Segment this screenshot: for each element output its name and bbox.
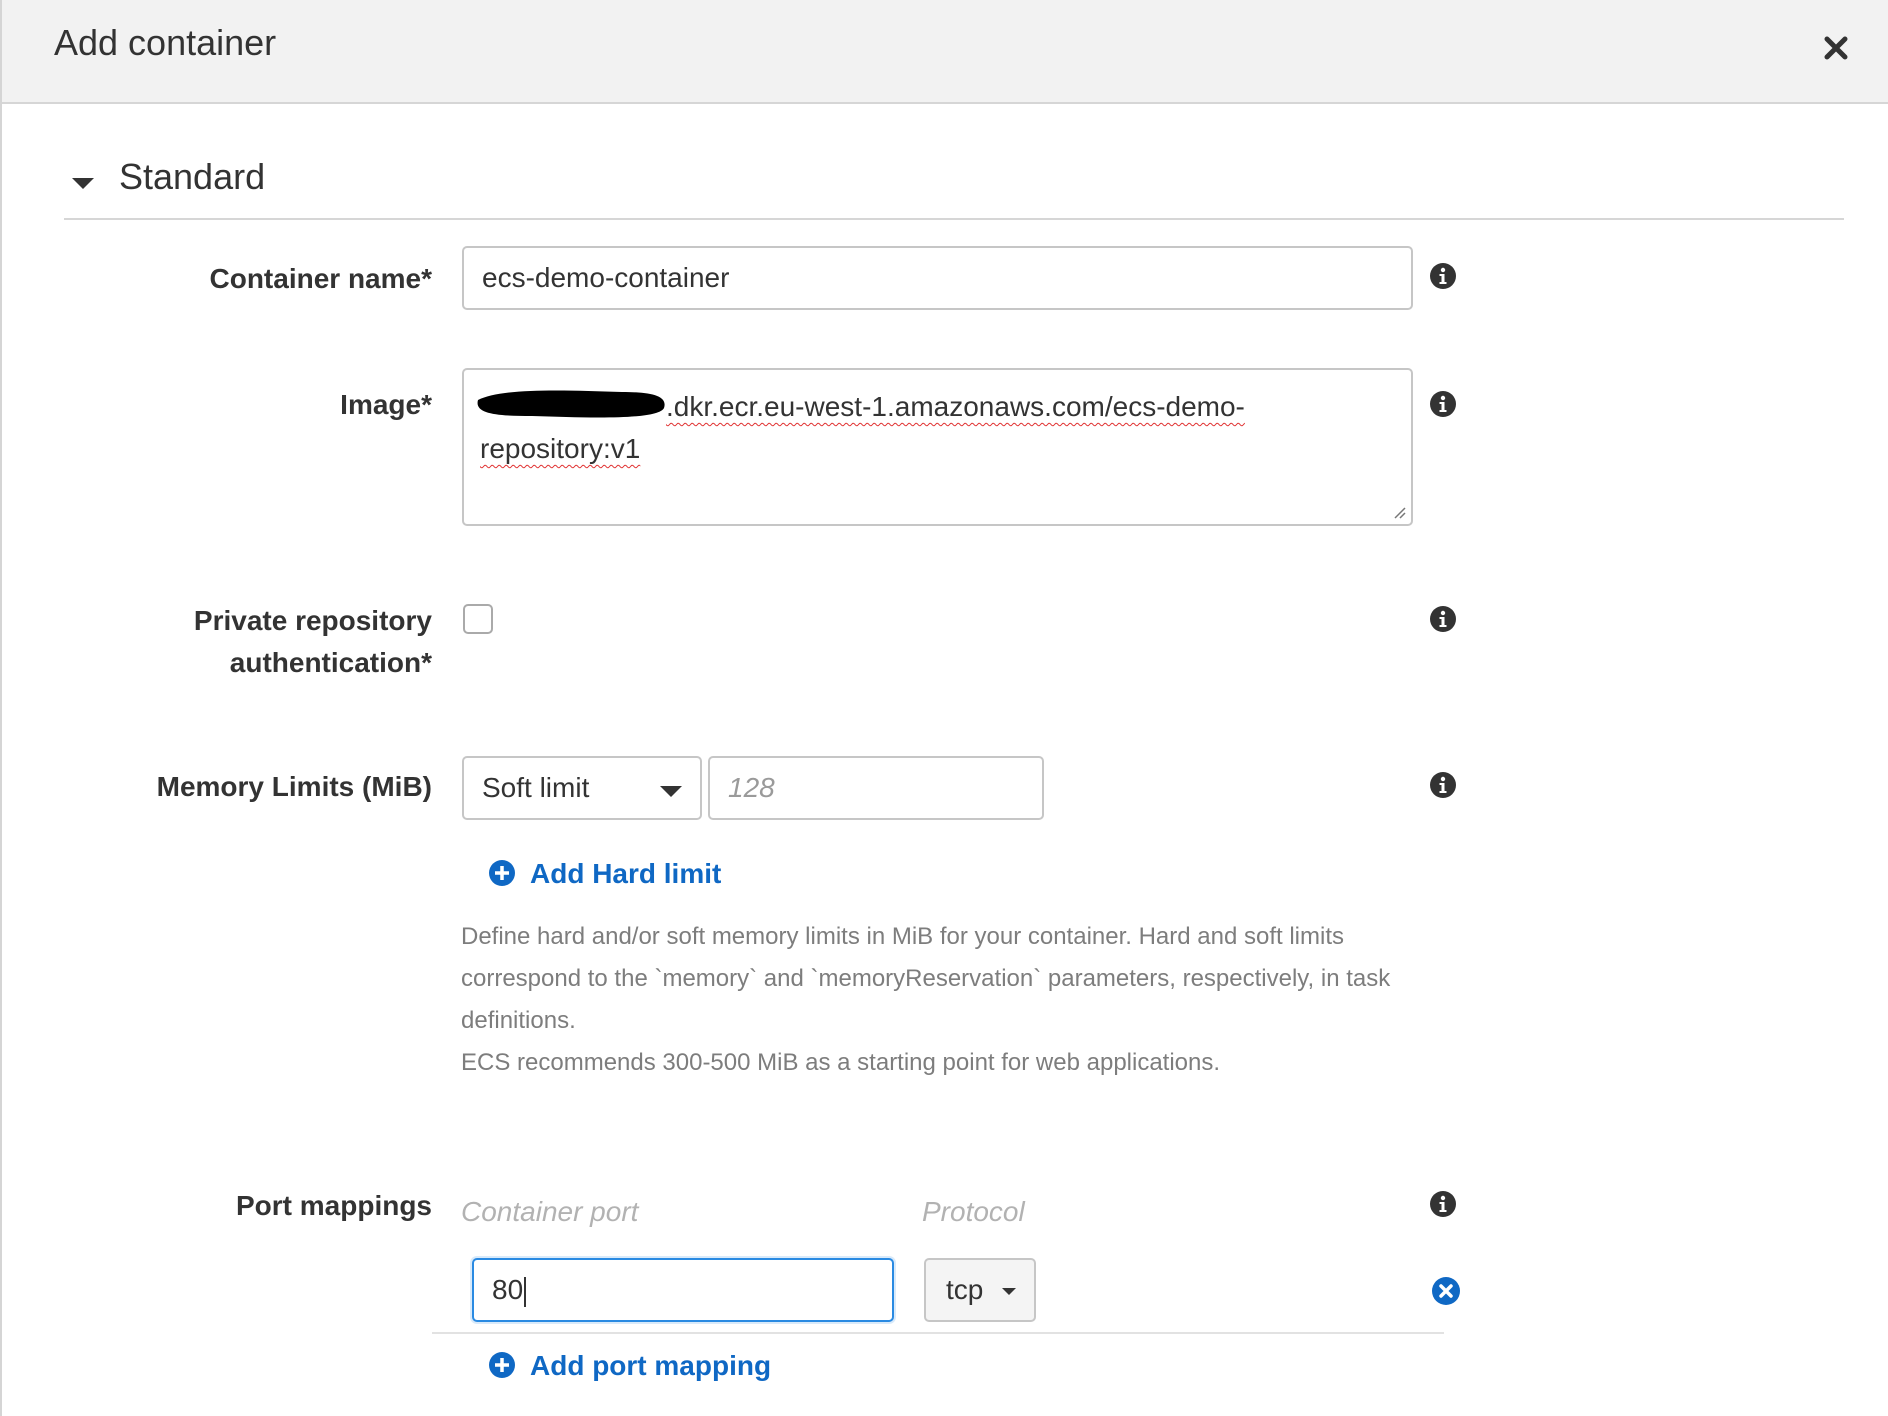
plus-circle-icon	[489, 860, 515, 886]
image-value-line1: .dkr.ecr.eu-west-1.amazonaws.com/ecs-dem…	[666, 391, 1245, 422]
add-hard-limit-link[interactable]: Add Hard limit	[488, 856, 808, 896]
info-icon[interactable]	[1429, 1190, 1457, 1218]
container-port-value: 80	[492, 1274, 524, 1305]
redaction-mark	[477, 390, 665, 418]
dialog-title: Add container	[54, 22, 277, 63]
info-icon[interactable]	[1429, 390, 1457, 418]
dialog-header: Add container	[2, 0, 1888, 104]
plus-circle-icon	[489, 1352, 515, 1378]
add-port-mapping-label: Add port mapping	[530, 1350, 772, 1381]
section-title: Standard	[119, 156, 266, 197]
image-value-line2: repository:v1	[480, 433, 641, 464]
port-row-divider	[432, 1332, 1444, 1334]
private-auth-label-line1: Private repository	[193, 605, 432, 636]
add-container-dialog: Add container Standard Container name* e…	[0, 0, 1888, 1416]
memory-limit-type-select[interactable]: Soft limit	[462, 756, 702, 820]
caret-down-icon	[1002, 1288, 1016, 1295]
info-icon[interactable]	[1429, 605, 1457, 633]
add-port-mapping-link[interactable]: Add port mapping	[488, 1348, 848, 1388]
container-port-column-header: Container port	[461, 1196, 639, 1227]
protocol-value: tcp	[946, 1274, 984, 1305]
protocol-select[interactable]: tcp	[924, 1258, 1036, 1322]
private-auth-checkbox[interactable]	[463, 604, 493, 634]
memory-help-line4: ECS recommends 300-500 MiB as a starting…	[461, 1049, 1221, 1076]
info-icon[interactable]	[1429, 262, 1457, 290]
private-auth-label-line2: authentication*	[229, 647, 432, 678]
port-mappings-label: Port mappings	[235, 1190, 432, 1221]
add-hard-limit-label: Add Hard limit	[530, 858, 722, 889]
section-divider	[64, 218, 1844, 220]
memory-limit-type-value: Soft limit	[482, 772, 590, 803]
memory-help-line3: definitions.	[461, 1007, 576, 1034]
image-label: Image*	[340, 389, 432, 420]
memory-limits-label: Memory Limits (MiB)	[156, 771, 432, 802]
memory-help-text: Define hard and/or soft memory limits in…	[461, 916, 1421, 1084]
container-port-input[interactable]: 80	[472, 1258, 894, 1322]
info-icon[interactable]	[1429, 771, 1457, 799]
caret-down-icon	[72, 178, 94, 189]
memory-help-line2: correspond to the `memory` and `memoryRe…	[461, 965, 1391, 992]
text-cursor	[524, 1276, 527, 1307]
close-icon[interactable]	[1820, 32, 1852, 64]
remove-circle-icon[interactable]	[1431, 1276, 1461, 1306]
container-name-label: Container name*	[209, 263, 433, 294]
caret-down-icon	[660, 786, 682, 797]
memory-limit-input[interactable]: 128	[708, 756, 1044, 820]
protocol-column-header: Protocol	[922, 1196, 1025, 1227]
container-name-input[interactable]: ecs-demo-container	[462, 246, 1413, 310]
section-toggle-standard[interactable]: Standard	[64, 150, 1844, 210]
memory-help-line1: Define hard and/or soft memory limits in…	[461, 923, 1345, 950]
private-auth-label: Private repository authentication*	[132, 600, 432, 684]
resize-grip-icon[interactable]	[1391, 504, 1407, 520]
